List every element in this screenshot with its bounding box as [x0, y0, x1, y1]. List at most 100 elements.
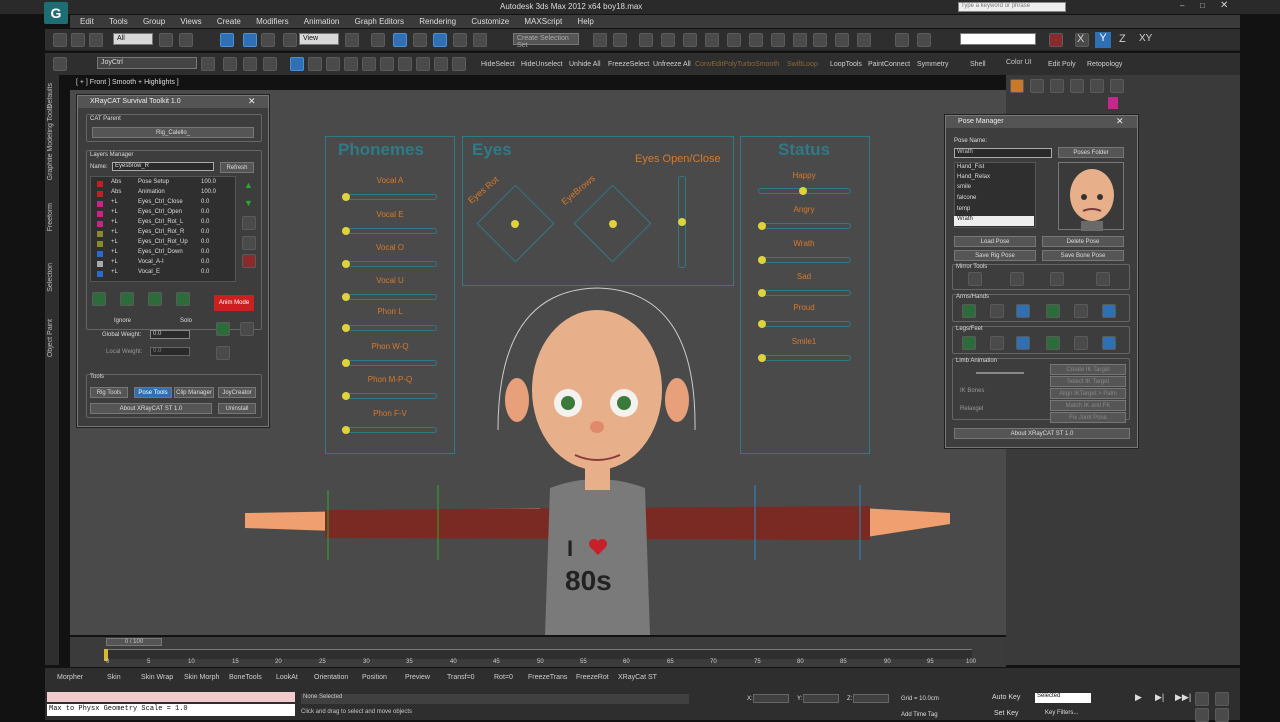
layer-manager-icon[interactable] — [639, 33, 653, 47]
red-tool-icon[interactable] — [1049, 33, 1063, 47]
unhide-all-button[interactable]: Unhide All — [569, 61, 601, 68]
status-slider[interactable] — [758, 289, 851, 297]
tab-selection[interactable]: Selection — [47, 263, 54, 292]
layer-add-icon[interactable] — [92, 292, 106, 306]
track-bar[interactable] — [104, 649, 972, 659]
pose-list-item-selected[interactable]: Wrath — [954, 216, 1034, 226]
coord-z-field[interactable] — [853, 694, 889, 703]
phoneme-slider[interactable] — [342, 426, 437, 434]
zoom-icon[interactable] — [1195, 692, 1209, 706]
teapot-icon[interactable] — [813, 33, 827, 47]
layer-copy-icon[interactable] — [242, 216, 256, 230]
mirror-icon[interactable] — [593, 33, 607, 47]
key-mode-dropdown[interactable]: Selected — [1035, 693, 1091, 703]
time-slider[interactable]: 0 / 100 — [106, 638, 162, 646]
swiftloop-button[interactable]: SwiftLoop — [787, 61, 818, 68]
layer-row[interactable]: +L Vocal_A-I 0.0 — [91, 259, 231, 269]
leg-swap-icon[interactable] — [990, 336, 1004, 350]
script-tool-4-icon[interactable] — [344, 57, 358, 71]
ignore-checkbox[interactable]: Ignore — [114, 318, 131, 324]
shelf-freezerot[interactable]: FreezeRot — [576, 674, 609, 681]
key-filters-button[interactable]: Key Filters... — [1045, 710, 1078, 716]
delete-pose-button[interactable]: Delete Pose — [1042, 236, 1124, 247]
coord-y-field[interactable] — [803, 694, 839, 703]
viewport-label[interactable]: [ + ] Front ] Smooth + Highlights ] — [76, 79, 179, 86]
pivot-icon[interactable] — [345, 33, 359, 47]
axis-y-button[interactable]: Y — [1095, 32, 1111, 48]
utilities-tab-icon[interactable] — [1110, 79, 1124, 93]
layer-row[interactable]: +L Eyes_Ctrl_Rot_Up 0.0 — [91, 239, 231, 249]
paintconnect-button[interactable]: PaintConnect — [868, 61, 910, 68]
set-key-button[interactable]: Set Key — [994, 710, 1019, 717]
edit-poly-button[interactable]: Edit Poly — [1048, 61, 1076, 68]
arm-swap-2-icon[interactable] — [1074, 304, 1088, 318]
named-selection-dropdown[interactable]: Create Selection Set — [513, 33, 579, 49]
mirror-pose-icon[interactable] — [968, 272, 982, 286]
shelf-transf0[interactable]: Transf=0 — [447, 674, 475, 681]
rect-select-icon[interactable] — [220, 33, 234, 47]
script-tool-3-icon[interactable] — [326, 57, 340, 71]
status-slider[interactable] — [758, 256, 851, 264]
coord-x-field[interactable] — [753, 694, 789, 703]
retopology-button[interactable]: Retopology — [1087, 61, 1122, 68]
color-swatch[interactable] — [1108, 97, 1118, 109]
pose-manager-close-icon[interactable]: ✕ — [1116, 116, 1124, 127]
tab-graphite-modeling[interactable]: Graphite Modeling Tools — [47, 105, 54, 180]
pose-list-item[interactable]: temp — [954, 206, 1034, 216]
unfreeze-all-button[interactable]: Unfreeze All — [653, 61, 691, 68]
freezeselect-button[interactable]: FreezeSelect — [608, 61, 649, 68]
hideunselect-button[interactable]: HideUnselect — [521, 61, 563, 68]
layer-icon[interactable] — [53, 57, 67, 71]
shelf-skin-wrap[interactable]: Skin Wrap — [141, 674, 173, 681]
motion-tab-icon[interactable] — [1070, 79, 1084, 93]
layer-row[interactable]: +L Eyes_Ctrl_Rot_L 0.0 — [91, 219, 231, 229]
linestyle-dropdown[interactable] — [960, 33, 1036, 45]
menu-views[interactable]: Views — [180, 15, 201, 26]
reference-coord-dropdown[interactable]: View — [299, 33, 339, 45]
leg-swap-2-icon[interactable] — [1074, 336, 1088, 350]
layer-props-icon[interactable] — [263, 57, 277, 71]
script-tool-9-icon[interactable] — [434, 57, 448, 71]
shelf-morpher[interactable]: Morpher — [57, 674, 83, 681]
shelf-skin-morph[interactable]: Skin Morph — [184, 674, 219, 681]
global-weight-spinner[interactable]: 0.0 — [150, 330, 190, 339]
conveditpoly-button[interactable]: ConvEditPoly — [695, 61, 737, 68]
tab-object-paint[interactable]: Object Paint — [47, 319, 54, 357]
save-rig-pose-button[interactable]: Save Rig Pose — [954, 250, 1036, 261]
edit-named-sel-icon[interactable] — [473, 33, 487, 47]
play-icon[interactable]: ▶ — [1135, 692, 1142, 703]
layer-row[interactable]: +L Eyes_Ctrl_Rot_R 0.0 — [91, 229, 231, 239]
isolate-icon[interactable] — [895, 33, 909, 47]
ik-fk-slider[interactable] — [976, 372, 1024, 374]
menu-animation[interactable]: Animation — [304, 15, 340, 26]
leg-l-fk-icon[interactable] — [1102, 336, 1116, 350]
layer-name-input[interactable]: Eyesbrow_R — [112, 162, 214, 171]
phoneme-slider[interactable] — [342, 227, 437, 235]
script-tool-10-icon[interactable] — [452, 57, 466, 71]
status-slider[interactable] — [758, 320, 851, 328]
script-tool-2-icon[interactable] — [308, 57, 322, 71]
rig-tools-button[interactable]: Rig Tools — [90, 387, 128, 398]
spinner-snap-icon[interactable] — [453, 33, 467, 47]
phoneme-slider[interactable] — [342, 193, 437, 201]
scale-icon[interactable] — [283, 33, 297, 47]
create-tab-icon[interactable] — [1010, 79, 1024, 93]
maxscript-listener[interactable] — [47, 692, 295, 702]
shell-button[interactable]: Shell — [970, 61, 986, 68]
unlink-icon[interactable] — [71, 33, 85, 47]
phoneme-slider[interactable] — [342, 359, 437, 367]
layer-add-icon[interactable] — [201, 57, 215, 71]
pose-list-item[interactable]: Hand_Fist — [954, 164, 1034, 174]
menu-group[interactable]: Group — [143, 15, 165, 26]
fix-joint-pose-button[interactable]: Fix Joint Pose — [1050, 412, 1126, 423]
menu-edit[interactable]: Edit — [80, 15, 94, 26]
phoneme-slider[interactable] — [342, 260, 437, 268]
select-object-icon[interactable] — [159, 33, 173, 47]
save-bone-pose-button[interactable]: Save Bone Pose — [1042, 250, 1124, 261]
menu-help[interactable]: Help — [577, 15, 593, 26]
axis-xy-button[interactable]: XY — [1139, 33, 1152, 44]
timeline[interactable]: 0 / 100 0 5 10 15 20 25 30 35 40 45 50 5… — [70, 637, 1006, 667]
axis-x-button[interactable]: X — [1077, 33, 1084, 45]
pose-tools-button[interactable]: Pose Tools — [134, 387, 172, 398]
symmetry-button[interactable]: Symmetry — [917, 61, 949, 68]
